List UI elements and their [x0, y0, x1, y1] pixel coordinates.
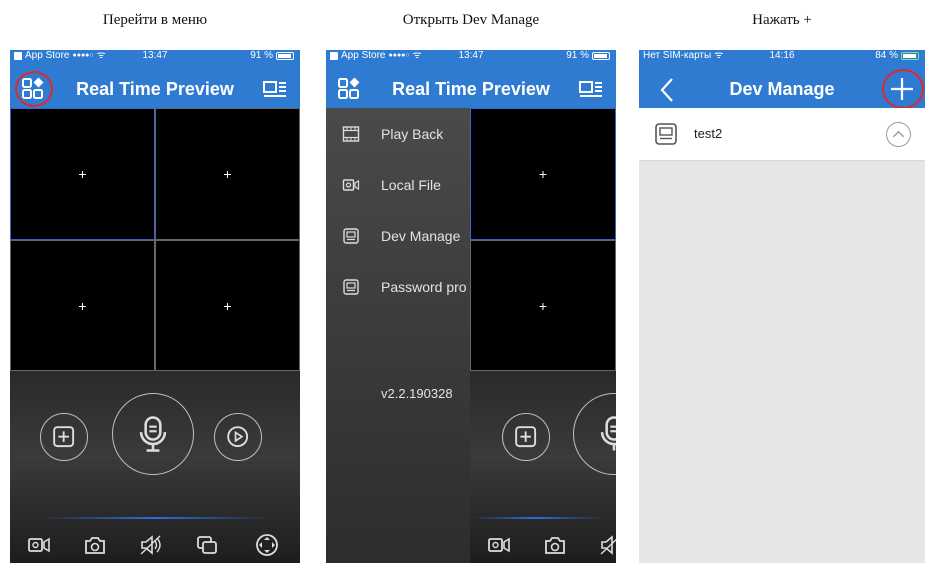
- bottom-toolbar: [10, 526, 300, 563]
- control-panel: [10, 371, 300, 563]
- film-icon: [342, 125, 360, 143]
- snapshot-camera-icon[interactable]: [82, 532, 108, 558]
- preview-grid: + + + +: [10, 108, 300, 371]
- side-menu: Play Back Local File Dev Manage Password…: [326, 108, 470, 563]
- menu-item-play-back[interactable]: Play Back: [326, 119, 470, 149]
- menu-item-label: Dev Manage: [381, 228, 461, 244]
- battery-icon: [276, 52, 294, 60]
- layout-list-icon[interactable]: [260, 74, 290, 104]
- preview-cell[interactable]: +: [470, 108, 616, 240]
- battery-icon: [592, 52, 610, 60]
- talk-button[interactable]: [112, 393, 194, 475]
- playback-button[interactable]: [214, 413, 262, 461]
- add-channel-icon: +: [223, 166, 232, 182]
- divider-line: [471, 517, 602, 519]
- screen-menu-open: App Store ●●●●○ ᯤ 13:47 91 % Real Time Pre…: [326, 50, 616, 563]
- add-channel-icon: +: [78, 297, 87, 314]
- add-channel-icon: +: [538, 166, 548, 182]
- menu-item-local-file[interactable]: Local File: [326, 170, 470, 200]
- menu-item-dev-manage[interactable]: Dev Manage: [326, 221, 470, 251]
- add-window-button[interactable]: [502, 413, 550, 461]
- window-split-icon[interactable]: [194, 532, 220, 558]
- device-icon: [342, 227, 360, 245]
- menu-item-label: Local File: [381, 177, 441, 193]
- page-title: Real Time Preview: [76, 79, 234, 99]
- device-icon: [342, 278, 360, 296]
- page-title: Real Time Preview: [392, 79, 550, 99]
- mute-speaker-icon[interactable]: [598, 532, 616, 558]
- expand-chevron-up-icon[interactable]: [886, 122, 911, 147]
- preview-cell[interactable]: +: [155, 108, 300, 240]
- add-square-icon: [53, 426, 75, 448]
- preview-cell[interactable]: +: [470, 240, 616, 371]
- nav-bar: App Store ●●●●○ ᯤ 13:47 91 % Real Time Pre…: [326, 50, 616, 108]
- caption-step-2: Открыть Dev Manage: [402, 12, 540, 28]
- mute-speaker-icon[interactable]: [138, 532, 164, 558]
- snapshot-camera-icon[interactable]: [542, 532, 568, 558]
- add-square-icon: [515, 426, 537, 448]
- battery-icon: [901, 52, 919, 60]
- battery-percent: 84 %: [875, 50, 898, 61]
- status-bar: Нет SIM-карты ᯤ 14:16 84 %: [639, 50, 925, 62]
- add-window-button[interactable]: [40, 413, 88, 461]
- record-video-icon[interactable]: [26, 532, 52, 558]
- add-channel-icon: +: [223, 297, 232, 314]
- device-list: [639, 108, 925, 563]
- preview-cell[interactable]: +: [10, 108, 155, 240]
- device-row[interactable]: test2: [639, 108, 925, 161]
- battery-percent: 91 %: [250, 50, 273, 61]
- caption-step-1: Перейти в меню: [102, 12, 208, 28]
- status-bar: App Store ●●●●○ ᯤ 13:47 91 %: [10, 50, 300, 62]
- app-version: v2.2.190328: [381, 386, 453, 401]
- divider-line: [39, 517, 271, 519]
- menu-item-label: Password protection: [381, 279, 467, 295]
- preview-cell[interactable]: +: [155, 240, 300, 371]
- play-circle-icon: [227, 426, 249, 448]
- add-channel-icon: +: [78, 166, 87, 182]
- screen-real-time-preview: App Store ●●●●○ ᯤ 13:47 91 % Real Time Pre…: [10, 50, 300, 563]
- menu-item-password-protection[interactable]: Password protection: [326, 272, 470, 302]
- microphone-icon: [600, 416, 616, 451]
- layout-list-icon[interactable]: [576, 74, 606, 104]
- nav-bar: Нет SIM-карты ᯤ 14:16 84 % Dev Manage: [639, 50, 925, 109]
- status-bar: App Store ●●●●○ ᯤ 13:47 91 %: [326, 50, 616, 62]
- preview-cell[interactable]: +: [10, 240, 155, 371]
- add-channel-icon: +: [538, 297, 548, 314]
- caption-step-3: Нажать +: [752, 12, 812, 28]
- battery-percent: 91 %: [566, 50, 589, 61]
- ptz-direction-icon[interactable]: [254, 532, 280, 558]
- video-camera-icon: [342, 176, 360, 194]
- record-video-icon[interactable]: [486, 532, 512, 558]
- screen-dev-manage: Нет SIM-карты ᯤ 14:16 84 % Dev Manage tes…: [639, 50, 925, 563]
- microphone-icon: [139, 416, 167, 452]
- device-icon: [654, 122, 678, 146]
- device-name: test2: [694, 126, 723, 141]
- nav-bar: App Store ●●●●○ ᯤ 13:47 91 % Real Time Pre…: [10, 50, 300, 108]
- highlight-ring: [882, 69, 924, 109]
- talk-button[interactable]: [573, 393, 616, 475]
- menu-item-label: Play Back: [381, 126, 444, 142]
